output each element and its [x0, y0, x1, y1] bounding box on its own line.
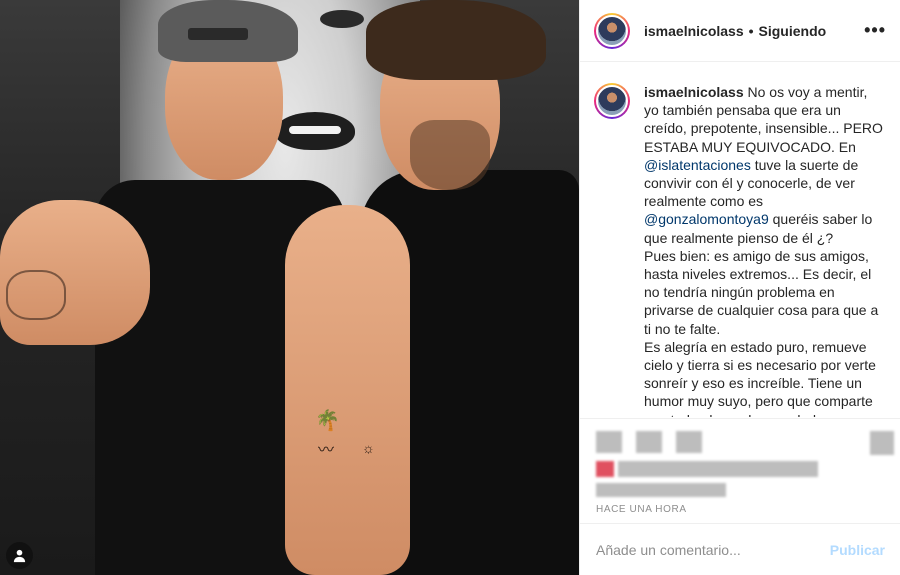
blurred-save-icon[interactable]	[870, 431, 894, 455]
poster-lips	[275, 112, 355, 150]
blurred-share-icon[interactable]	[676, 431, 702, 453]
right-man-hair	[366, 0, 546, 80]
blurred-actions-area	[580, 418, 900, 498]
user-icon	[13, 549, 26, 563]
blurred-likes-text-2	[596, 483, 726, 497]
cap-strap	[188, 28, 248, 40]
caption-area: ismaelnicolass No os voy a mentir, yo ta…	[580, 62, 900, 417]
post-timestamp: HACE UNA HORA	[596, 504, 687, 515]
comment-bar: Publicar	[580, 523, 900, 575]
more-horizontal-icon[interactable]: •••	[864, 20, 886, 41]
blurred-like-icon[interactable]	[596, 431, 622, 453]
instagram-post: 🌴 〰 ☼ ismaelnicolass • Siguiendo ••• ism…	[0, 0, 900, 575]
right-man-arm	[285, 205, 410, 575]
caption-part-5: Es alegría en estado puro, remueve cielo…	[644, 338, 876, 417]
caption-text: ismaelnicolass No os voy a mentir, yo ta…	[644, 83, 884, 417]
post-photo[interactable]: 🌴 〰 ☼	[0, 0, 579, 575]
user-tags-button[interactable]	[6, 542, 33, 569]
right-man-beard	[410, 120, 490, 190]
caption-username[interactable]: ismaelnicolass	[644, 84, 744, 100]
post-header: ismaelnicolass • Siguiendo •••	[580, 0, 900, 62]
backwards-cap	[158, 0, 298, 62]
wave-tattoo: 〰	[318, 442, 334, 459]
header-username[interactable]: ismaelnicolass	[644, 23, 744, 39]
header-separator: •	[748, 22, 754, 39]
blurred-comment-icon[interactable]	[636, 431, 662, 453]
mention-islatentaciones[interactable]: @islatentaciones	[644, 157, 751, 173]
follow-status-button[interactable]: Siguiendo	[759, 23, 827, 39]
mention-gonzalomontoya9[interactable]: @gonzalomontoya9	[644, 211, 769, 227]
comment-input[interactable]	[596, 541, 822, 558]
caption-avatar[interactable]	[594, 83, 630, 119]
publish-button[interactable]: Publicar	[830, 542, 885, 558]
caption-part-4: Pues bien: es amigo de sus amigos, hasta…	[644, 247, 879, 337]
blurred-likes-text	[618, 461, 818, 477]
avatar[interactable]	[594, 12, 630, 49]
post-side-panel: ismaelnicolass • Siguiendo ••• ismaelnic…	[579, 0, 900, 575]
palm-tree-tattoo: 🌴	[315, 410, 340, 432]
sun-tattoo: ☼	[362, 440, 375, 456]
deer-tattoo	[6, 270, 66, 320]
blurred-liker-avatar	[596, 461, 614, 477]
poster-eye-right	[320, 10, 364, 28]
